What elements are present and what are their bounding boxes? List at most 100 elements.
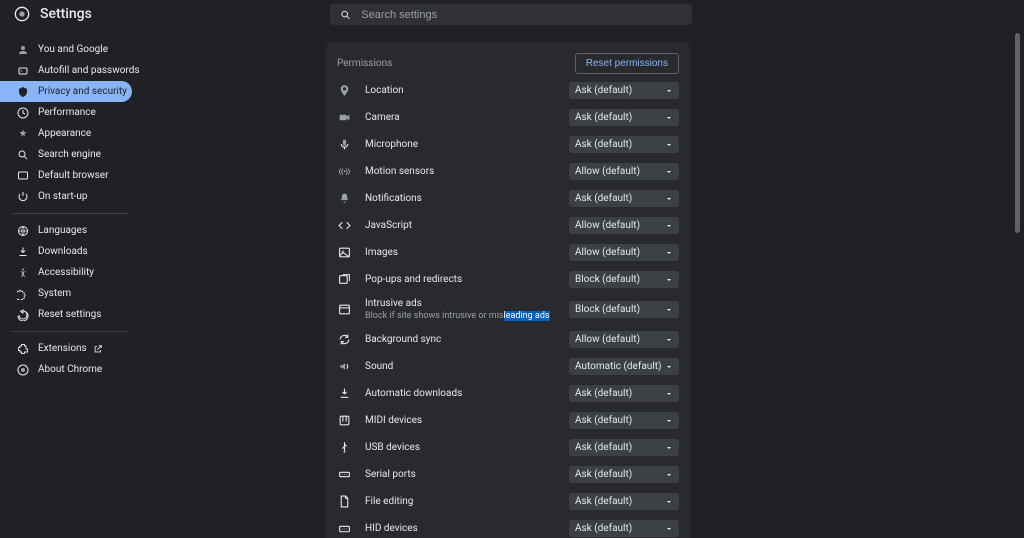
permission-label: Camera [365, 112, 569, 123]
permission-row-usb-devices: USB devices Ask (default) [326, 434, 690, 461]
sidebar-item-label: Autofill and passwords [38, 65, 140, 76]
chrome-logo-icon [14, 6, 30, 22]
sidebar-item-search-engine[interactable]: Search engine [0, 144, 140, 165]
permission-select[interactable]: Automatic (default) [569, 358, 679, 375]
sidebar-item-privacy-and-security[interactable]: Privacy and security [0, 81, 132, 102]
sidebar-item-on-start-up[interactable]: On start-up [0, 186, 140, 207]
sidebar-item-label: Extensions [38, 343, 87, 354]
permissions-panel: Permissions Reset permissions LocationAs… [326, 42, 690, 538]
permission-select[interactable]: Ask (default) [569, 109, 679, 126]
permission-label: Sound [365, 361, 569, 372]
sidebar-item-system[interactable]: System [0, 283, 140, 304]
sidebar-item-autofill-and-passwords[interactable]: Autofill and passwords [0, 60, 140, 81]
usb-icon [337, 441, 351, 455]
about-icon [17, 364, 29, 376]
permission-select[interactable]: Ask (default) [569, 520, 679, 537]
permission-row-midi-devices: MIDI devicesAsk (default) [326, 407, 690, 434]
search-input[interactable] [361, 9, 682, 21]
permission-sublabel: Block if site shows intrusive or mislead… [365, 311, 569, 321]
sidebar-item-appearance[interactable]: Appearance [0, 123, 140, 144]
sidebar-item-downloads[interactable]: Downloads [0, 241, 140, 262]
sidebar-item-label: You and Google [38, 44, 108, 55]
sound-icon [337, 360, 351, 374]
sidebar-item-extensions[interactable]: Extensions [0, 338, 140, 359]
permission-select[interactable]: Allow (default) [569, 244, 679, 261]
permission-select[interactable]: Ask (default) [569, 466, 679, 483]
permission-label: MIDI devices [365, 415, 569, 426]
header: Settings [0, 0, 1024, 29]
permission-label: JavaScript [365, 220, 569, 231]
sidebar-item-label: Reset settings [38, 309, 101, 320]
permission-select[interactable]: Ask (default) [569, 190, 679, 207]
permission-value: Ask (default) [575, 442, 632, 453]
sidebar-item-you-and-google[interactable]: You and Google [0, 39, 140, 60]
permission-label: Motion sensors [365, 166, 569, 177]
permission-select[interactable]: Ask (default) [569, 412, 679, 429]
permission-row-sound: Sound Automatic (default) [326, 353, 690, 380]
sidebar-item-reset-settings[interactable]: Reset settings [0, 304, 140, 325]
search-icon [17, 149, 29, 161]
search-container[interactable] [330, 4, 692, 25]
permission-label: File editing [365, 496, 569, 507]
permission-select[interactable]: Ask (default) [569, 493, 679, 510]
permission-value: Ask (default) [575, 469, 632, 480]
permission-row-motion-sensors: Motion sensors Allow (default) [326, 158, 690, 185]
permission-row-notifications: NotificationsAsk (default) [326, 185, 690, 212]
location-icon [337, 84, 351, 98]
permission-select[interactable]: Allow (default) [569, 331, 679, 348]
permission-select[interactable]: Block (default) [569, 301, 679, 318]
chevron-down-icon [665, 222, 673, 230]
scrollbar[interactable] [1015, 33, 1020, 233]
permission-value: Ask (default) [575, 523, 632, 534]
permission-select[interactable]: Ask (default) [569, 136, 679, 153]
sidebar-item-performance[interactable]: Performance [0, 102, 140, 123]
bell-icon [337, 192, 351, 206]
serial-icon [337, 468, 351, 482]
sidebar-item-accessibility[interactable]: Accessibility [0, 262, 140, 283]
sidebar-item-languages[interactable]: Languages [0, 220, 140, 241]
permission-select[interactable]: Block (default) [569, 271, 679, 288]
permission-label: Notifications [365, 193, 569, 204]
chevron-down-icon [665, 417, 673, 425]
sidebar: You and Google Autofill and passwords Priv… [0, 29, 140, 538]
permission-row-hid-devices: HID devicesAsk (default) [326, 515, 690, 538]
chevron-down-icon [665, 249, 673, 257]
mic-icon [337, 138, 351, 152]
appearance-icon [17, 128, 29, 140]
permission-value: Allow (default) [575, 334, 640, 345]
sync-icon [337, 333, 351, 347]
hid-icon [337, 522, 351, 536]
permission-value: Block (default) [575, 304, 640, 315]
permission-label: USB devices [365, 442, 569, 453]
chevron-down-icon [665, 444, 673, 452]
permission-select[interactable]: Ask (default) [569, 82, 679, 99]
chevron-down-icon [665, 276, 673, 284]
file-icon [337, 495, 351, 509]
permission-select[interactable]: Allow (default) [569, 217, 679, 234]
permission-value: Allow (default) [575, 166, 640, 177]
autofill-icon [17, 65, 29, 77]
download-icon [17, 246, 29, 258]
permission-value: Block (default) [575, 274, 640, 285]
sidebar-item-label: Search engine [38, 149, 101, 160]
permission-row-pop-ups-and-redirects: Pop-ups and redirectsBlock (default) [326, 266, 690, 293]
performance-icon [17, 107, 29, 119]
permission-select[interactable]: Ask (default) [569, 385, 679, 402]
permission-select[interactable]: Allow (default) [569, 163, 679, 180]
midi-icon [337, 414, 351, 428]
permission-row-serial-ports: Serial portsAsk (default) [326, 461, 690, 488]
permission-select[interactable]: Ask (default) [569, 439, 679, 456]
sidebar-item-label: Default browser [38, 170, 108, 181]
reset-permissions-button[interactable]: Reset permissions [575, 53, 679, 74]
power-icon [17, 191, 29, 203]
sidebar-item-default-browser[interactable]: Default browser [0, 165, 140, 186]
permission-row-location: LocationAsk (default) [326, 77, 690, 104]
permission-value: Automatic (default) [575, 361, 661, 372]
permission-value: Ask (default) [575, 139, 632, 150]
sidebar-item-about-chrome[interactable]: About Chrome [0, 359, 140, 380]
chevron-down-icon [665, 306, 673, 314]
chevron-down-icon [665, 114, 673, 122]
permission-label: Intrusive ads [365, 298, 569, 309]
ads-icon [337, 303, 351, 317]
permission-row-microphone: MicrophoneAsk (default) [326, 131, 690, 158]
